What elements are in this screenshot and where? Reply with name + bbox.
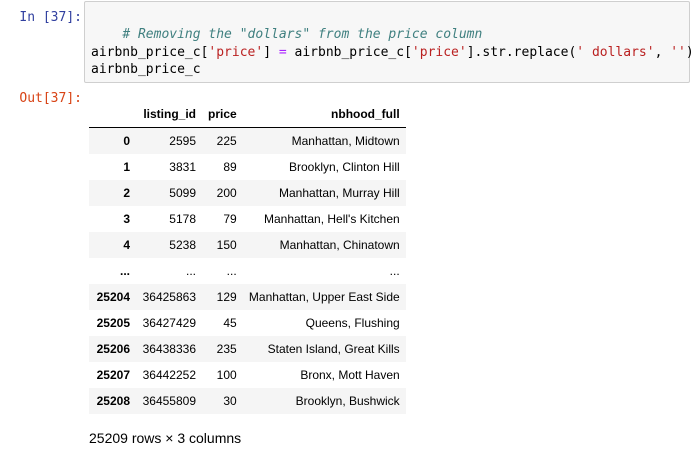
code-token: ' dollars'	[576, 45, 655, 60]
code-token: ''	[670, 45, 686, 60]
table-row: 25204 36425863 129 Manhattan, Upper East Si…	[89, 284, 406, 310]
table-row: ............	[89, 258, 406, 284]
code-line-variable: airbnb_price_c	[91, 62, 201, 77]
row-index: 2	[123, 186, 130, 200]
table-cell: Manhattan, Murray Hill	[278, 186, 400, 200]
output-prompt: Out[37]:	[19, 91, 82, 106]
code-token: ].str.replace(	[466, 45, 577, 60]
table-cell: 5238	[169, 238, 196, 252]
table-cell: 129	[216, 290, 237, 304]
row-index: 4	[123, 238, 130, 252]
table-row: 0 2595 225 Manhattan, Midtown	[89, 127, 406, 154]
table-cell: 30	[223, 394, 237, 408]
code-token: =	[278, 45, 287, 60]
dataframe-shape-text: 25209 rows × 3 columns	[89, 430, 242, 446]
table-row: 1 3831 89 Brooklyn, Clinton Hill	[89, 154, 406, 180]
code-token: airbnb_price_c[	[91, 45, 209, 60]
table-cell: 36427429	[142, 316, 196, 330]
code-token: 'price'	[208, 45, 264, 60]
column-header: nbhood_full	[242, 100, 406, 128]
table-row: 25208 36455809 30 Brooklyn, Bushwick	[89, 388, 406, 414]
code-cell-input[interactable]: # Removing the "dollars" from the price …	[84, 1, 691, 83]
table-row: 25206 36438336 235 Staten Island, Great Kil…	[89, 336, 406, 362]
code-comment: # Removing the "dollars" from the price …	[122, 27, 483, 42]
table-cell: 100	[216, 368, 237, 382]
dataframe-table: listing_id price nbhood_full 0 2595 225 Manha…	[89, 100, 406, 414]
table-cell: Staten Island, Great Kills	[267, 342, 400, 356]
table-cell: 225	[216, 134, 237, 148]
row-index: 25205	[96, 316, 130, 330]
table-cell: 2595	[169, 134, 196, 148]
column-header: price	[202, 100, 243, 128]
table-cell: 36438336	[142, 342, 196, 356]
table-header-row: listing_id price nbhood_full	[89, 100, 406, 128]
table-row: 3 5178 79 Manhattan, Hell's Kitchen	[89, 206, 406, 232]
table-cell: Brooklyn, Clinton Hill	[288, 160, 400, 174]
table-cell: 45	[223, 316, 237, 330]
table-cell: 5099	[169, 186, 196, 200]
column-header: listing_id	[136, 100, 202, 128]
index-header	[89, 100, 136, 128]
code-token: )	[686, 45, 691, 60]
table-row: 4 5238 150 Manhattan, Chinatown	[89, 232, 406, 258]
table-cell: Manhattan, Upper East Side	[248, 290, 400, 304]
table-row: 25205 36427429 45 Queens, Flushing	[89, 310, 406, 336]
row-index: 1	[123, 160, 130, 174]
row-index: 25208	[96, 394, 130, 408]
table-cell: 5178	[169, 212, 196, 226]
table-body: 0 2595 225 Manhattan, Midtown 1 3831 89 Brookly…	[89, 127, 406, 414]
code-token: ,	[654, 45, 671, 60]
table-cell: 3831	[169, 160, 196, 174]
table-cell: Manhattan, Hell's Kitchen	[263, 212, 400, 226]
table-cell: 36442252	[142, 368, 196, 382]
row-index: ...	[119, 264, 130, 278]
input-prompt: In [37]:	[19, 10, 82, 25]
row-index: 25206	[96, 342, 130, 356]
table-cell: 235	[216, 342, 237, 356]
dataframe-output: listing_id price nbhood_full 0 2595 225 Manha…	[89, 100, 406, 414]
table-cell: Manhattan, Chinatown	[279, 238, 400, 252]
table-cell: ...	[389, 264, 400, 278]
table-cell: Bronx, Mott Haven	[300, 368, 400, 382]
table-cell: Manhattan, Midtown	[291, 134, 400, 148]
code-token: airbnb_price_c[	[286, 45, 412, 60]
table-cell: 200	[216, 186, 237, 200]
row-index: 25204	[96, 290, 130, 304]
row-index: 25207	[96, 368, 130, 382]
code-token: ]	[263, 45, 279, 60]
table-cell: 150	[216, 238, 237, 252]
row-index: 0	[123, 134, 130, 148]
table-cell: ...	[226, 264, 237, 278]
table-cell: 89	[223, 160, 237, 174]
table-cell: Brooklyn, Bushwick	[295, 394, 400, 408]
table-row: 2 5099 200 Manhattan, Murray Hill	[89, 180, 406, 206]
row-index: 3	[123, 212, 130, 226]
table-cell: 36425863	[142, 290, 196, 304]
table-cell: ...	[185, 264, 196, 278]
table-cell: Queens, Flushing	[305, 316, 400, 330]
code-token: 'price'	[411, 45, 467, 60]
table-cell: 36455809	[142, 394, 196, 408]
table-row: 25207 36442252 100 Bronx, Mott Haven	[89, 362, 406, 388]
table-cell: 79	[223, 212, 237, 226]
code-line-replace: airbnb_price_c['price'] = airbnb_price_c…	[91, 44, 691, 61]
